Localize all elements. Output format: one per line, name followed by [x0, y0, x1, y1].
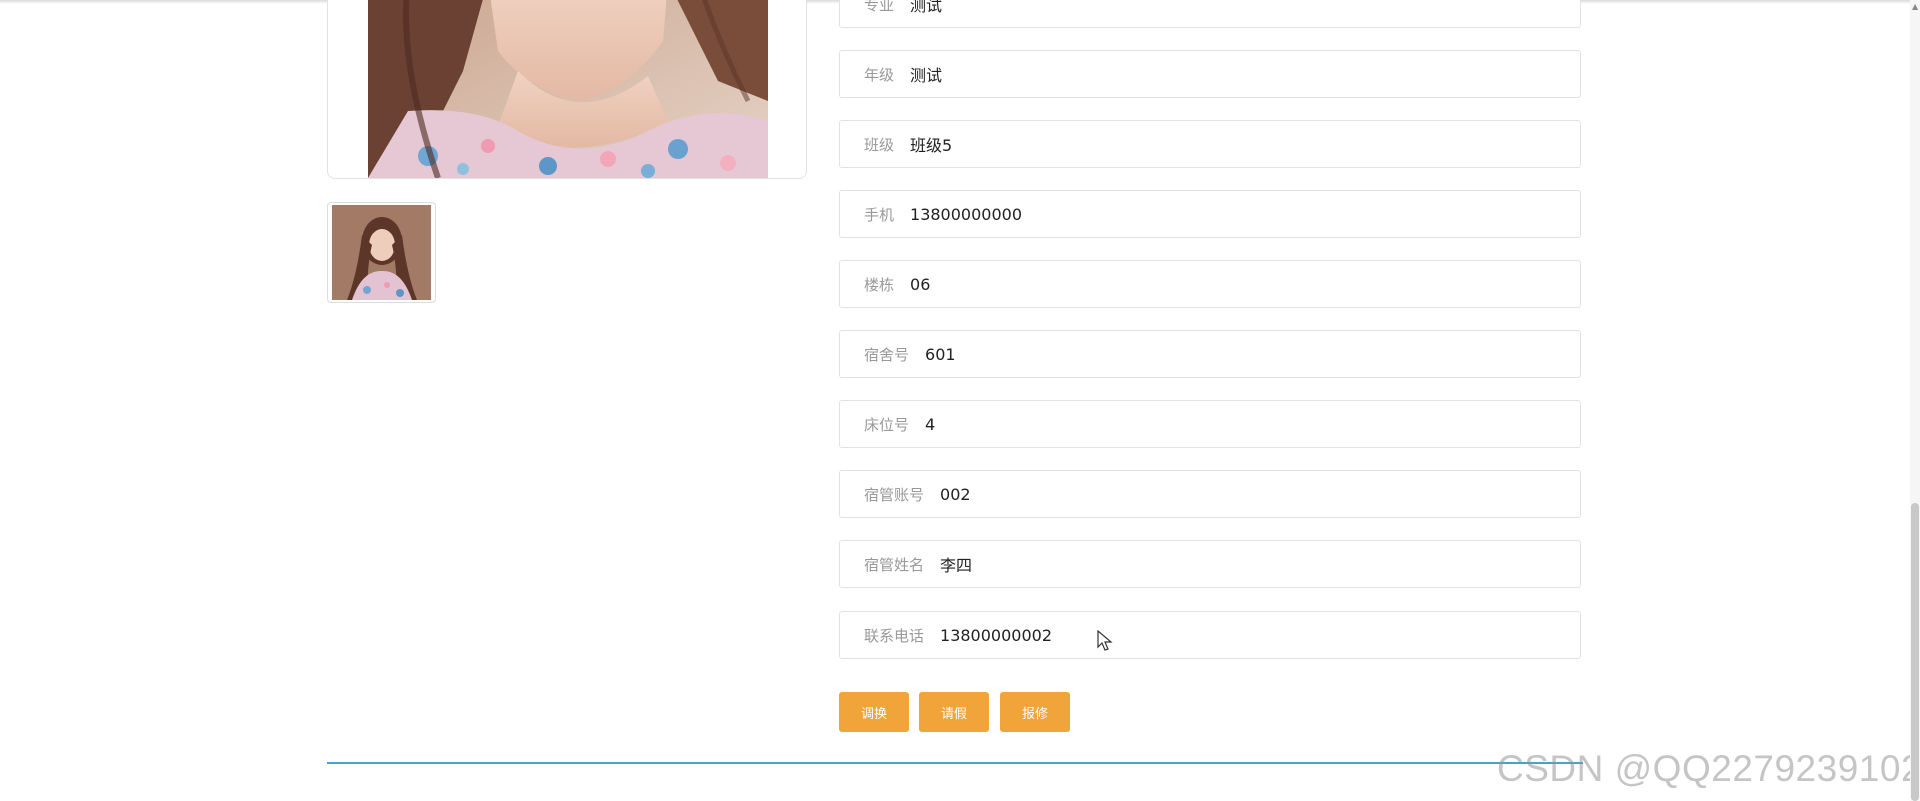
field-label: 楼栋 [864, 275, 895, 294]
field-manager-account: 宿管账号 002 [839, 470, 1581, 518]
field-major: 专业 测试 [839, 0, 1581, 28]
student-photo-image [368, 0, 768, 178]
divider [327, 762, 1583, 764]
field-value: 测试 [910, 0, 943, 15]
field-phone: 手机 13800000000 [839, 190, 1581, 238]
field-value: 4 [925, 414, 936, 434]
field-value: 06 [910, 274, 931, 294]
field-grade: 年级 测试 [839, 50, 1581, 98]
mouse-cursor-icon [1097, 630, 1113, 651]
field-value: 班级5 [910, 136, 953, 155]
page: 专业 测试 年级 测试 班级 班级5 手机 13800000000 楼栋 06 … [0, 0, 1920, 801]
field-value: 13800000002 [940, 625, 1052, 645]
field-dorm: 宿舍号 601 [839, 330, 1581, 378]
watermark: CSDN @QQ2279239102 [1497, 748, 1920, 789]
field-bed: 床位号 4 [839, 400, 1581, 448]
field-building: 楼栋 06 [839, 260, 1581, 308]
scroll-up-arrow-icon[interactable]: ▲ [1912, 2, 1918, 11]
field-value: 13800000000 [910, 204, 1022, 224]
field-value: 测试 [910, 66, 943, 85]
field-label: 专业 [864, 0, 895, 14]
field-label: 宿管姓名 [864, 555, 925, 574]
field-value: 601 [925, 344, 956, 364]
field-class: 班级 班级5 [839, 120, 1581, 168]
field-label: 班级 [864, 135, 895, 154]
field-value: 002 [940, 484, 971, 504]
field-contact-phone: 联系电话 13800000002 [839, 611, 1581, 659]
transfer-button[interactable]: 调换 [839, 692, 909, 732]
photo-frame [327, 0, 807, 179]
field-label: 联系电话 [864, 626, 925, 645]
student-photo [368, 0, 768, 178]
repair-button[interactable]: 报修 [1000, 692, 1070, 732]
field-manager-name: 宿管姓名 李四 [839, 540, 1581, 588]
scrollbar-thumb[interactable] [1911, 503, 1919, 801]
field-label: 床位号 [864, 415, 910, 434]
field-label: 宿舍号 [864, 345, 910, 364]
field-label: 手机 [864, 205, 895, 224]
thumbnail-image [332, 205, 431, 300]
field-label: 年级 [864, 65, 895, 84]
field-value: 李四 [940, 556, 973, 575]
field-label: 宿管账号 [864, 485, 925, 504]
photo-thumbnail[interactable] [327, 202, 436, 303]
leave-button[interactable]: 请假 [919, 692, 989, 732]
